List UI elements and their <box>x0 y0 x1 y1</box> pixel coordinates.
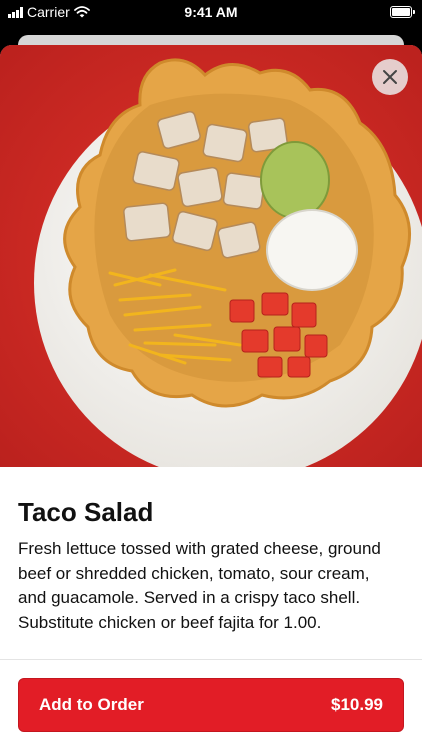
item-photo <box>0 45 422 467</box>
taco-salad-illustration <box>0 45 422 467</box>
item-detail-sheet: Taco Salad Fresh lettuce tossed with gra… <box>0 45 422 750</box>
close-button[interactable] <box>372 59 408 95</box>
add-to-order-button[interactable]: Add to Order $10.99 <box>18 678 404 732</box>
item-price: $10.99 <box>331 695 383 714</box>
status-bar: Carrier 9:41 AM <box>0 0 422 26</box>
close-icon <box>383 70 397 84</box>
add-to-order-label: Add to Order <box>39 695 144 714</box>
divider <box>0 659 422 660</box>
status-time: 9:41 AM <box>184 4 238 20</box>
battery-icon <box>390 6 415 18</box>
item-title: Taco Salad <box>18 497 154 527</box>
item-description: Fresh lettuce tossed with grated cheese,… <box>18 539 381 632</box>
